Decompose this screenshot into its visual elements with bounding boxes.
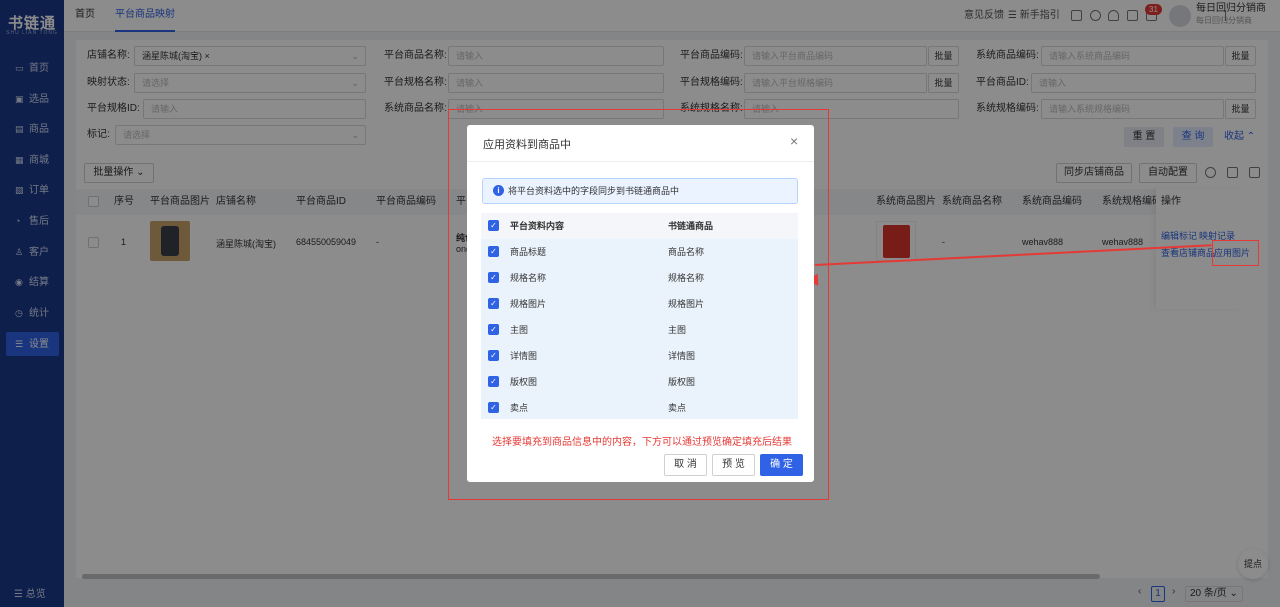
- field-row: ✓ 规格图片 规格图片: [481, 291, 798, 317]
- field-target: 卖点: [668, 403, 687, 413]
- field-checkbox[interactable]: ✓: [488, 272, 499, 283]
- field-checkbox[interactable]: ✓: [488, 376, 499, 387]
- field-checkbox[interactable]: ✓: [488, 402, 499, 413]
- cancel-button[interactable]: 取 消: [664, 454, 707, 476]
- field-source: 卖点: [510, 403, 529, 413]
- col-target: 书链通商品: [668, 221, 714, 231]
- modal-divider: [467, 161, 814, 162]
- field-source: 规格名称: [510, 273, 547, 283]
- info-alert: i 将平台资料选中的字段同步到书链通商品中: [482, 178, 798, 204]
- field-row: ✓ 商品标题 商品名称: [481, 239, 798, 265]
- field-row: ✓ 主图 主图: [481, 317, 798, 343]
- field-row: ✓ 详情图 详情图: [481, 343, 798, 369]
- apply-data-modal: 应用资料到商品中 × i 将平台资料选中的字段同步到书链通商品中 ✓ 平台资料内容 书…: [467, 125, 814, 482]
- field-row: ✓ 规格名称 规格名称: [481, 265, 798, 291]
- modal-note: 选择要填充到商品信息中的内容，下方可以通过预览确定填充后结果: [492, 437, 792, 448]
- field-source: 主图: [510, 325, 529, 335]
- col-source: 平台资料内容: [510, 221, 565, 231]
- field-source: 详情图: [510, 351, 538, 361]
- field-target: 详情图: [668, 351, 696, 361]
- field-row: ✓ 版权图 版权图: [481, 369, 798, 395]
- confirm-button[interactable]: 确 定: [760, 454, 803, 476]
- field-checkbox[interactable]: ✓: [488, 246, 499, 257]
- close-icon[interactable]: ×: [790, 134, 798, 148]
- field-target: 商品名称: [668, 247, 705, 257]
- field-row: ✓ 卖点 卖点: [481, 395, 798, 419]
- field-table-header: ✓ 平台资料内容 书链通商品: [481, 213, 798, 239]
- annotation-frame-apply: [1212, 240, 1259, 266]
- field-target: 规格名称: [668, 273, 705, 283]
- field-target: 主图: [668, 325, 687, 335]
- field-source: 版权图: [510, 377, 538, 387]
- field-target: 版权图: [668, 377, 696, 387]
- info-text: 将平台资料选中的字段同步到书链通商品中: [508, 186, 680, 196]
- info-icon: i: [493, 185, 504, 196]
- field-source: 规格图片: [510, 299, 547, 309]
- preview-button[interactable]: 预 览: [712, 454, 755, 476]
- field-checkbox[interactable]: ✓: [488, 298, 499, 309]
- modal-title: 应用资料到商品中: [483, 139, 571, 151]
- field-checkbox[interactable]: ✓: [488, 350, 499, 361]
- field-checkbox[interactable]: ✓: [488, 324, 499, 335]
- field-table: ✓ 平台资料内容 书链通商品 ✓ 商品标题 商品名称 ✓ 规格名称 规格名称 ✓ 规格图片 规格…: [481, 213, 798, 419]
- field-source: 商品标题: [510, 247, 547, 257]
- select-all-checkbox[interactable]: ✓: [488, 220, 499, 231]
- field-target: 规格图片: [668, 299, 705, 309]
